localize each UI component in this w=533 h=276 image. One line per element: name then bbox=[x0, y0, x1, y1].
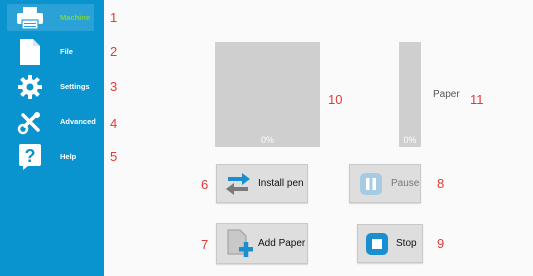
svg-text:?: ? bbox=[25, 146, 36, 166]
sidebar-item-label: Machine bbox=[60, 13, 91, 22]
help-icon: ? bbox=[17, 143, 43, 170]
install-pen-button[interactable]: Install pen bbox=[216, 164, 308, 203]
sidebar-item-settings[interactable]: Settings bbox=[7, 73, 94, 100]
annotation-label: 6 bbox=[201, 177, 209, 192]
sidebar-item-label: Settings bbox=[60, 82, 90, 91]
annotation-label: 11 bbox=[470, 92, 484, 107]
sidebar-item-file[interactable]: File bbox=[7, 38, 94, 65]
annotation-label: 2 bbox=[110, 44, 118, 59]
stop-icon bbox=[365, 232, 389, 256]
sidebar-item-advanced[interactable]: Advanced bbox=[7, 108, 96, 135]
paper-gauge: 0% bbox=[399, 42, 421, 147]
install-pen-label: Install pen bbox=[258, 178, 304, 189]
add-paper-icon bbox=[225, 227, 255, 261]
annotation-label: 4 bbox=[110, 116, 118, 131]
paper-gauge-percent: 0% bbox=[403, 135, 417, 145]
sidebar-item-label: Help bbox=[60, 152, 77, 161]
add-paper-label: Add Paper bbox=[258, 238, 306, 249]
stop-label: Stop bbox=[396, 238, 417, 249]
stop-button[interactable]: Stop bbox=[357, 224, 423, 263]
pen-gauge-percent: 0% bbox=[260, 135, 274, 145]
printer-icon bbox=[17, 5, 43, 31]
annotation-label: 10 bbox=[328, 92, 343, 107]
annotation-label: 3 bbox=[110, 79, 118, 94]
sidebar-item-label: Advanced bbox=[60, 117, 96, 126]
swap-arrows-icon bbox=[223, 169, 253, 199]
annotation-label: 5 bbox=[110, 149, 118, 164]
annotation-label: 8 bbox=[437, 176, 445, 191]
sidebar-item-help[interactable]: ? Help bbox=[7, 143, 94, 170]
annotation-label: 9 bbox=[437, 236, 445, 251]
pen-gauge: 0% bbox=[215, 42, 320, 147]
paper-label: Paper bbox=[433, 89, 460, 100]
add-paper-button[interactable]: Add Paper bbox=[216, 223, 308, 264]
file-icon bbox=[17, 38, 43, 65]
tools-icon bbox=[17, 109, 43, 135]
annotation-label: 1 bbox=[110, 10, 118, 25]
annotation-label: 7 bbox=[201, 237, 209, 252]
sidebar-item-label: File bbox=[60, 47, 73, 56]
pause-label: Pause bbox=[391, 178, 420, 189]
gear-icon bbox=[17, 74, 43, 100]
pause-icon bbox=[359, 172, 383, 196]
pause-button[interactable]: Pause bbox=[349, 164, 421, 203]
sidebar: Machine File Settings Advanced ? Help bbox=[0, 0, 104, 276]
sidebar-item-machine[interactable]: Machine bbox=[7, 4, 94, 31]
